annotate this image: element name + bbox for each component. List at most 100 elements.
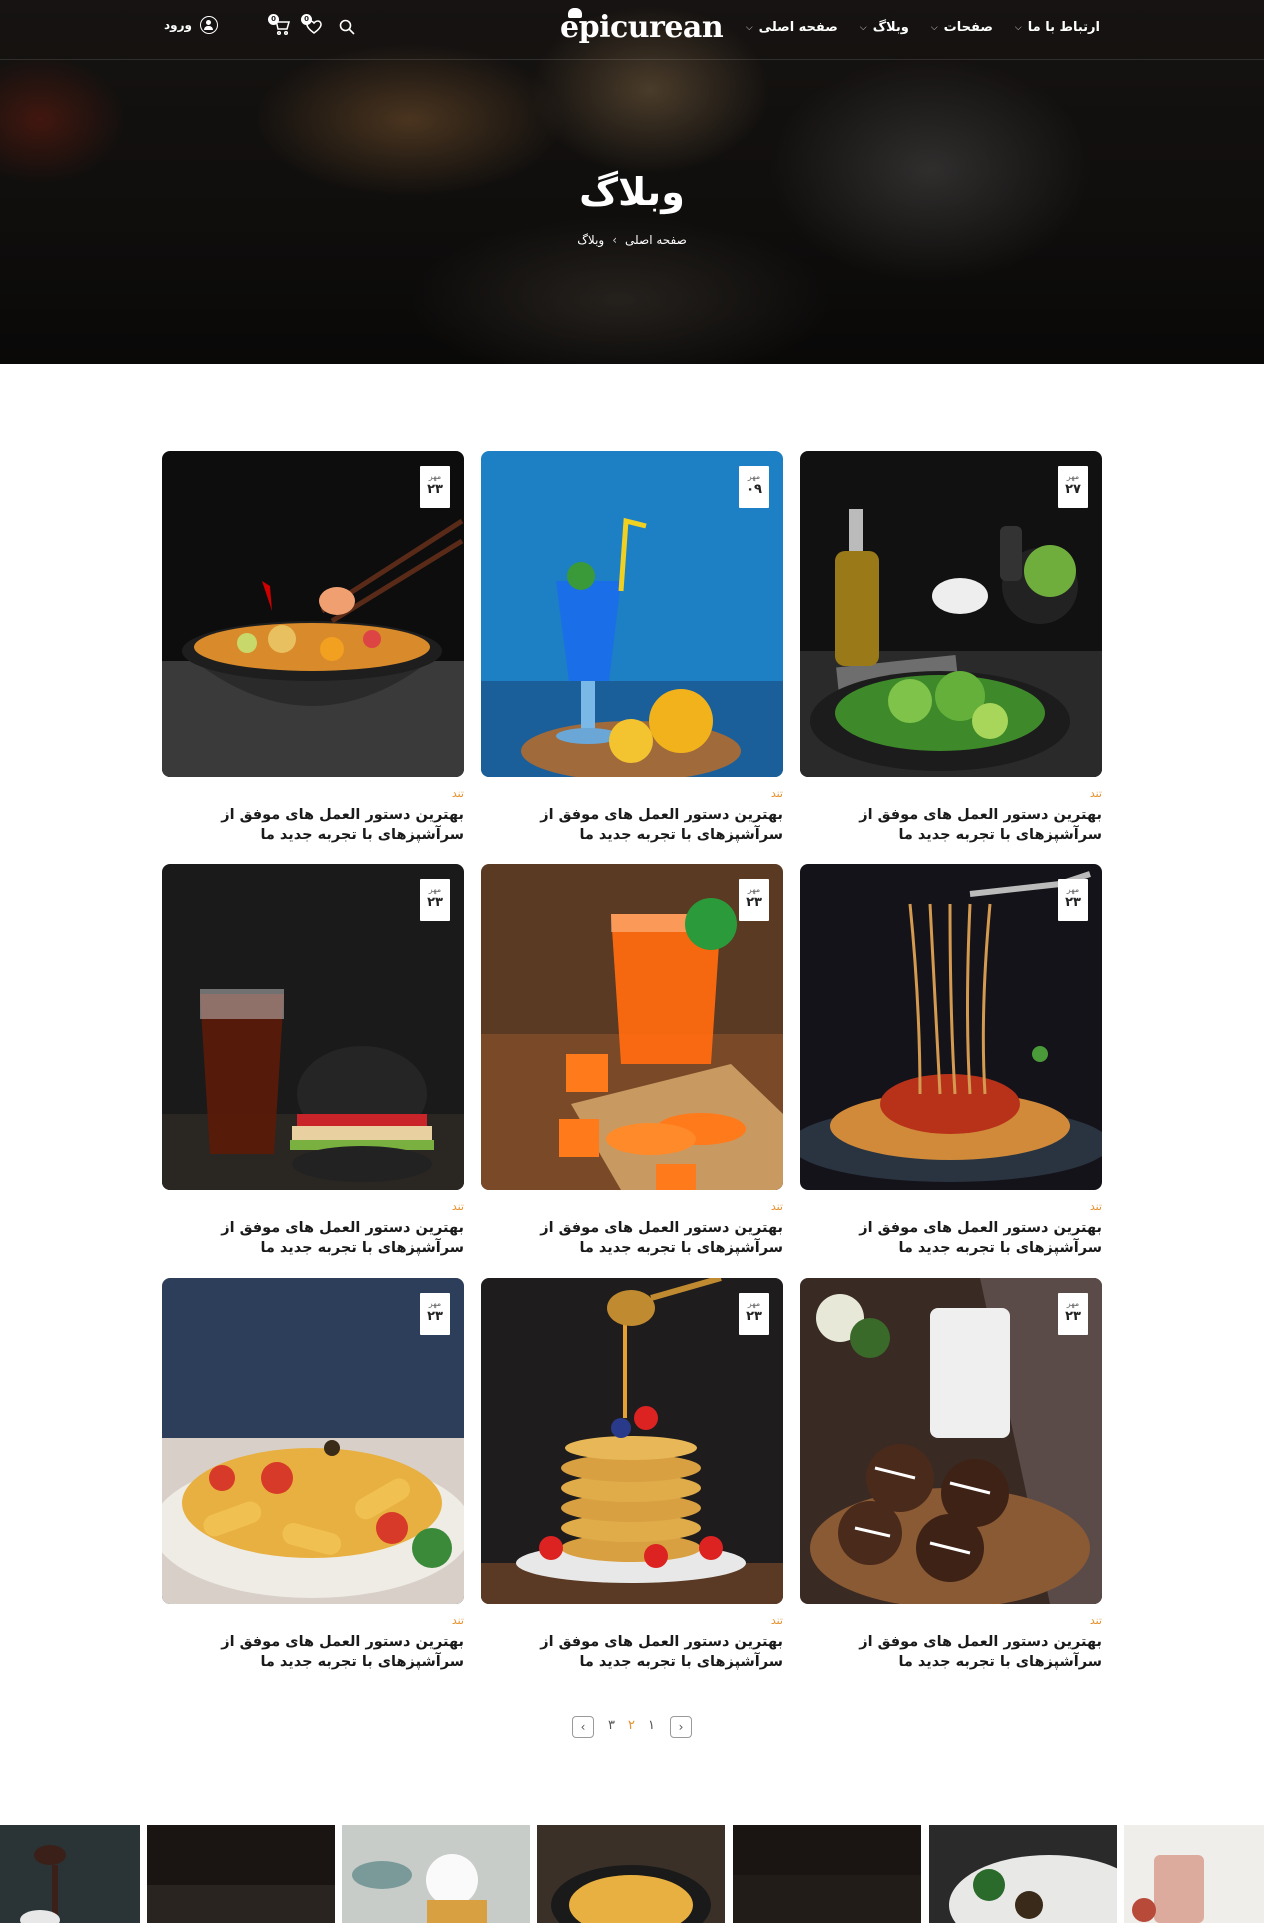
pasta-icon[interactable] — [162, 1278, 464, 1604]
post-month: مهر — [1066, 1299, 1080, 1308]
breadcrumb: صفحه اصلی › وبلاگ — [0, 233, 1264, 247]
header-tools: ورود 0 0 — [160, 14, 360, 40]
post-category[interactable]: تند — [1090, 1614, 1102, 1627]
post-date-badge: مهر ۲۳ — [420, 1293, 450, 1335]
post-title[interactable]: بهترین دستور العمل های موفق از سرآشپزهای… — [481, 805, 783, 845]
gallery-image[interactable] — [733, 1825, 921, 1923]
menu-item-pages[interactable]: صفحات ⌵ — [931, 20, 993, 35]
spaghetti-icon[interactable] — [800, 864, 1102, 1190]
post-date-badge: مهر ۲۳ — [739, 879, 769, 921]
top-navigation: epicurean صفحه اصلی ⌵ وبلاگ ⌵ صفحات ⌵ ار… — [0, 0, 1264, 60]
page-link-1[interactable]: ۱ — [648, 1718, 655, 1733]
user-icon — [199, 16, 218, 34]
post-month: مهر — [1066, 885, 1080, 894]
breadcrumb-home-link[interactable]: صفحه اصلی — [625, 233, 687, 247]
pagination: ‹ ۳ ۲ ۱ › — [572, 1716, 692, 1740]
blog-post-card[interactable]: مهر ۰۹ تند بهترین دستور العمل های موفق ا… — [481, 451, 783, 843]
blog-post-card[interactable]: مهر ۲۳ تند بهترین دستور العمل های موفق ا… — [162, 864, 464, 1256]
post-date-badge: مهر ۲۳ — [420, 879, 450, 921]
blog-post-card[interactable]: مهر ۲۳ تند بهترین دستور العمل های موفق ا… — [800, 1278, 1102, 1670]
blog-post-card[interactable]: مهر ۲۳ تند بهترین دستور العمل های موفق ا… — [162, 451, 464, 843]
post-date-badge: مهر ۲۳ — [420, 466, 450, 508]
post-date-badge: مهر ۲۳ — [1058, 1293, 1088, 1335]
blog-post-card[interactable]: مهر ۲۳ تند بهترین دستور العمل های موفق ا… — [481, 1278, 783, 1670]
noodle-bowl-icon[interactable] — [162, 451, 464, 777]
wishlist-count-badge: 0 — [301, 14, 312, 25]
breadcrumb-current: وبلاگ — [577, 233, 605, 247]
gallery-image[interactable] — [1124, 1825, 1264, 1923]
menu-item-label: صفحات — [943, 20, 993, 35]
gallery-image[interactable] — [537, 1825, 725, 1923]
chevron-down-icon: ⌵ — [1014, 22, 1022, 33]
gallery-image[interactable] — [342, 1825, 530, 1923]
blog-post-card[interactable]: مهر ۲۳ تند بهترین دستور العمل های موفق ا… — [162, 1278, 464, 1670]
milk-cookies-icon[interactable] — [800, 1278, 1102, 1604]
blog-post-card[interactable]: مهر ۲۳ تند بهترین دستور العمل های موفق ا… — [800, 864, 1102, 1256]
blog-post-grid: مهر ۲۷ تند بهترین دستور العمل های موفق ا… — [162, 451, 1102, 1671]
menu-item-label: صفحه اصلی — [758, 20, 838, 35]
post-category[interactable]: تند — [771, 1200, 783, 1213]
post-day: ۲۳ — [746, 1309, 762, 1324]
post-date-badge: مهر ۲۳ — [739, 1293, 769, 1335]
hero-banner: epicurean صفحه اصلی ⌵ وبلاگ ⌵ صفحات ⌵ ار… — [0, 0, 1264, 364]
wishlist-button[interactable]: 0 — [301, 14, 323, 36]
post-month: مهر — [428, 1299, 442, 1308]
post-title[interactable]: بهترین دستور العمل های موفق از سرآشپزهای… — [481, 1632, 783, 1672]
page-title: وبلاگ — [579, 170, 685, 214]
gallery-image[interactable] — [0, 1825, 140, 1923]
main-menu: صفحه اصلی ⌵ وبلاگ ⌵ صفحات ⌵ ارتباط با ما… — [746, 20, 1100, 35]
chevron-down-icon: ⌵ — [859, 22, 867, 33]
menu-item-contact[interactable]: ارتباط با ما ⌵ — [1015, 20, 1100, 35]
post-date-badge: مهر ۲۷ — [1058, 466, 1088, 508]
gallery-image[interactable] — [929, 1825, 1117, 1923]
blog-post-card[interactable]: مهر ۲۳ تند بهترین دستور العمل های موفق ا… — [481, 864, 783, 1256]
blog-post-card[interactable]: مهر ۲۷ تند بهترین دستور العمل های موفق ا… — [800, 451, 1102, 843]
page-link-current[interactable]: ۲ — [628, 1718, 635, 1733]
post-day: ۲۷ — [1065, 482, 1081, 497]
post-category[interactable]: تند — [771, 1614, 783, 1627]
post-category[interactable]: تند — [452, 787, 464, 800]
login-button[interactable]: ورود — [164, 16, 218, 34]
post-day: ۲۳ — [427, 1309, 443, 1324]
menu-item-blog[interactable]: وبلاگ ⌵ — [860, 20, 909, 35]
post-title[interactable]: بهترین دستور العمل های موفق از سرآشپزهای… — [162, 1632, 464, 1672]
blue-drink-icon[interactable] — [481, 451, 783, 777]
login-label: ورود — [164, 18, 192, 32]
chevron-down-icon: ⌵ — [930, 22, 938, 33]
post-day: ۲۳ — [427, 482, 443, 497]
post-category[interactable]: تند — [771, 787, 783, 800]
carrot-juice-icon[interactable] — [481, 864, 783, 1190]
post-category[interactable]: تند — [452, 1614, 464, 1627]
site-logo[interactable]: epicurean — [560, 8, 724, 45]
post-title[interactable]: بهترین دستور العمل های موفق از سرآشپزهای… — [481, 1218, 783, 1258]
cart-button[interactable]: 0 — [268, 14, 290, 36]
menu-item-label: ارتباط با ما — [1027, 20, 1100, 35]
post-title[interactable]: بهترین دستور العمل های موفق از سرآشپزهای… — [162, 805, 464, 845]
post-title[interactable]: بهترین دستور العمل های موفق از سرآشپزهای… — [800, 1632, 1102, 1672]
next-page-button[interactable]: › — [670, 1716, 692, 1738]
burger-cola-icon[interactable] — [162, 864, 464, 1190]
post-category[interactable]: تند — [1090, 1200, 1102, 1213]
post-day: ۰۹ — [746, 482, 762, 497]
post-day: ۲۳ — [1065, 1309, 1081, 1324]
post-month: مهر — [1066, 472, 1080, 481]
chevron-left-icon: ‹ — [580, 1720, 586, 1734]
post-date-badge: مهر ۲۳ — [1058, 879, 1088, 921]
post-category[interactable]: تند — [1090, 787, 1102, 800]
gallery-image[interactable] — [147, 1825, 335, 1923]
post-title[interactable]: بهترین دستور العمل های موفق از سرآشپزهای… — [800, 1218, 1102, 1258]
post-category[interactable]: تند — [452, 1200, 464, 1213]
prev-page-button[interactable]: ‹ — [572, 1716, 594, 1738]
post-title[interactable]: بهترین دستور العمل های موفق از سرآشپزهای… — [800, 805, 1102, 845]
salad-icon[interactable] — [800, 451, 1102, 777]
pancakes-icon[interactable] — [481, 1278, 783, 1604]
post-month: مهر — [428, 472, 442, 481]
post-title[interactable]: بهترین دستور العمل های موفق از سرآشپزهای… — [162, 1218, 464, 1258]
cart-count-badge: 0 — [268, 14, 279, 25]
search-button[interactable] — [338, 18, 356, 36]
post-month: مهر — [747, 472, 761, 481]
search-icon — [339, 19, 355, 35]
chevron-right-icon: › — [678, 1720, 684, 1734]
page-link-3[interactable]: ۳ — [608, 1718, 615, 1733]
menu-item-home[interactable]: صفحه اصلی ⌵ — [746, 20, 838, 35]
